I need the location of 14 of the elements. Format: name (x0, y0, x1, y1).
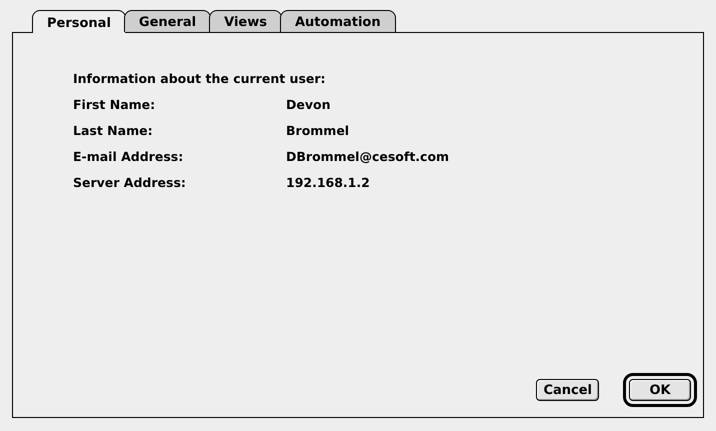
tab[interactable]: Personal (32, 10, 126, 33)
field-value: 192.168.1.2 (286, 175, 370, 192)
field-value: Brommel (286, 123, 350, 140)
field-label: E-mail Address: (73, 149, 184, 166)
field-label: First Name: (73, 97, 156, 114)
tab[interactable]: General (124, 10, 212, 32)
cancel-button[interactable]: Cancel (536, 379, 599, 401)
field-label: Last Name: (73, 123, 154, 140)
field-label: Server Address: (73, 175, 187, 192)
field-value: DBrommel@cesoft.com (286, 149, 450, 166)
section-heading: Information about the current user: (73, 71, 327, 88)
tab[interactable]: Views (209, 10, 282, 32)
tab[interactable]: Automation (280, 10, 396, 32)
field-value: Devon (286, 97, 330, 114)
